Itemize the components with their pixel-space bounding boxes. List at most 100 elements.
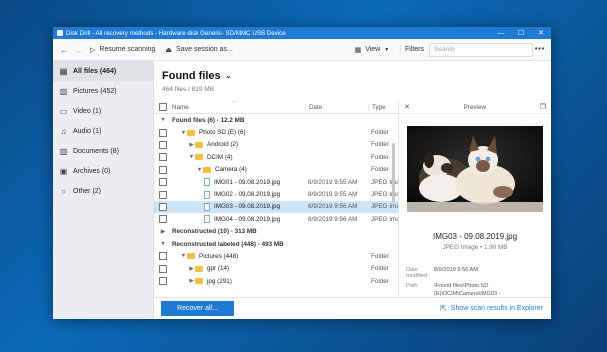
table-row[interactable]: IMG04 - 09.08.2019.jpg 8/9/2019 9:56 AM JP…	[154, 213, 398, 225]
row-name: jpg (291)	[207, 277, 232, 285]
column-header-name[interactable]: Name	[172, 104, 305, 111]
table-scrollbar[interactable]	[390, 115, 397, 278]
more-options-button[interactable]: •••	[533, 42, 547, 58]
table-group-row[interactable]: ▶ Reconstructed (10) - 313 MB	[154, 226, 398, 238]
expand-icon[interactable]: ▶	[188, 278, 195, 284]
table-body: ▼ Found files (6) - 12.2 MB ▼ Photo SD (E) …	[154, 114, 398, 287]
main-panel: Found files ⌄ 464 files / 819 MB ^ Name …	[154, 61, 551, 319]
maximize-button[interactable]: ☐	[511, 27, 531, 39]
expand-icon[interactable]: ▶	[188, 266, 195, 272]
sidebar-item-all-files[interactable]: ▤ All files (464)	[53, 61, 153, 81]
column-header-date[interactable]: Date	[305, 103, 368, 111]
window-title: Disk Drill - All recovery methods - Hard…	[66, 29, 286, 37]
sidebar-item-label: Other (2)	[73, 187, 102, 195]
collapse-icon[interactable]: ▼	[156, 241, 170, 247]
preview-header: ✕ Preview ❐	[399, 101, 551, 114]
filter-icon: ⫶	[399, 45, 401, 53]
select-all-checkbox[interactable]	[159, 103, 167, 111]
page-title[interactable]: Found files ⌄	[162, 70, 551, 82]
sidebar-item-other[interactable]: ○ Other (2)	[53, 181, 153, 201]
collapse-icon[interactable]: ▼	[196, 167, 203, 173]
column-header-type[interactable]: Type	[368, 103, 398, 111]
table-group-row[interactable]: ▼ Found files (6) - 12.2 MB	[154, 114, 398, 126]
forward-button[interactable]: →	[71, 42, 85, 58]
filters-label: Filters	[404, 46, 424, 53]
table-row[interactable]: IMG02 - 09.08.2019.jpg 8/9/2019 9:55 AM JP…	[154, 188, 398, 200]
collapse-icon[interactable]: ▼	[188, 154, 195, 160]
expand-icon[interactable]: ▶	[156, 229, 170, 235]
preview-panel: ✕ Preview ❐ IMG03 - 09.08.2019.jpg JPEG …	[398, 101, 551, 305]
chevron-down-icon: ⌄	[225, 73, 232, 80]
row-name: Reconstructed (10) - 313 MB	[172, 228, 257, 236]
save-session-button[interactable]: ⏏ Save session as...	[160, 42, 237, 58]
app-logo-icon	[57, 30, 63, 36]
sidebar-item-video[interactable]: ▭ Video (1)	[53, 101, 153, 121]
table-row[interactable]: ▼ Pictures (448) Folder	[154, 250, 398, 262]
table-row[interactable]: ▶ Android (2) Folder	[154, 139, 398, 151]
toolbar: ← → ▷ Resume scanning ⏏ Save session as.…	[53, 39, 551, 61]
resume-scanning-label: Resume scanning	[99, 46, 156, 53]
close-window-button[interactable]: ✕	[531, 27, 551, 39]
cat-and-dog-photo	[407, 126, 543, 212]
row-checkbox[interactable]	[159, 178, 167, 187]
sidebar-item-audio[interactable]: ♫ Audio (1)	[53, 121, 153, 141]
row-checkbox[interactable]	[159, 140, 167, 149]
row-name: IMG02 - 09.08.2019.jpg	[214, 191, 281, 199]
sidebar: ▤ All files (464) ▨ Pictures (452) ▭ Vid…	[53, 61, 154, 319]
folder-icon	[195, 141, 203, 148]
close-preview-icon[interactable]: ✕	[404, 103, 410, 111]
row-checkbox[interactable]	[159, 215, 167, 224]
scrollbar-thumb[interactable]	[392, 143, 395, 203]
sidebar-item-documents[interactable]: ▥ Documents (8)	[53, 141, 153, 161]
chevron-down-icon: ▼	[384, 46, 390, 53]
collapse-icon[interactable]: ▼	[156, 117, 170, 123]
sidebar-item-archives[interactable]: ▣ Archives (0)	[53, 161, 153, 181]
minimize-button[interactable]: —	[491, 27, 511, 39]
image-file-icon	[204, 202, 210, 211]
date-modified-value: 8/9/2019 9:56 AM	[434, 267, 478, 273]
sidebar-item-label: Documents (8)	[73, 147, 119, 155]
video-icon: ▭	[59, 106, 68, 116]
row-date: 8/9/2019 9:55 AM	[308, 191, 358, 199]
row-name: Camera (4)	[215, 166, 247, 174]
table-row[interactable]: ▼ Photo SD (E) (6) Folder	[154, 126, 398, 138]
show-in-explorer-link[interactable]: ⇱ Show scan results in Explorer	[440, 304, 543, 313]
table-row[interactable]: IMG01 - 09.08.2019.jpg 8/9/2019 9:55 AM JP…	[154, 176, 398, 188]
row-checkbox[interactable]	[159, 252, 167, 261]
table-group-row[interactable]: ▼ Reconstructed labeled (448) - 493 MB	[154, 238, 398, 250]
table-row[interactable]: IMG03 - 09.08.2019.jpg 8/9/2019 9:56 AM JP…	[154, 200, 398, 214]
all-files-icon: ▤	[59, 66, 68, 76]
copy-icon[interactable]: ❐	[540, 103, 546, 111]
collapse-icon[interactable]: ▼	[180, 130, 187, 136]
view-menu-button[interactable]: ▦ View ▼	[350, 42, 395, 58]
row-checkbox[interactable]	[159, 202, 167, 211]
resume-scanning-button[interactable]: ▷ Resume scanning	[85, 42, 160, 58]
search-input[interactable]: Search	[429, 42, 533, 57]
table-row[interactable]: ▶ jpg (291) Folder	[154, 275, 398, 287]
table-row[interactable]: ▼ Camera (4) Folder	[154, 164, 398, 176]
row-checkbox[interactable]	[159, 153, 167, 162]
row-checkbox[interactable]	[159, 128, 167, 137]
row-checkbox[interactable]	[159, 190, 167, 199]
table-row[interactable]: ▶ gpr (14) Folder	[154, 263, 398, 275]
row-checkbox[interactable]	[159, 165, 167, 174]
recover-all-button[interactable]: Recover all...	[161, 301, 234, 316]
image-file-icon	[204, 215, 210, 224]
row-name: gpr (14)	[207, 265, 230, 273]
row-checkbox[interactable]	[159, 264, 167, 273]
filters-button[interactable]: ⫶ Filters	[394, 42, 429, 58]
other-icon: ○	[61, 186, 66, 196]
sidebar-item-label: Audio (1)	[73, 127, 102, 135]
pictures-icon: ▨	[59, 86, 68, 96]
table-row[interactable]: ▼ DCIM (4) Folder	[154, 151, 398, 163]
footer-bar: Recover all... ⇱ Show scan results in Ex…	[154, 297, 551, 319]
sidebar-item-pictures[interactable]: ▨ Pictures (452)	[53, 81, 153, 101]
archives-icon: ▣	[59, 166, 68, 176]
play-icon: ▷	[90, 46, 96, 54]
expand-icon[interactable]: ▶	[188, 142, 195, 148]
folder-icon	[195, 154, 203, 161]
row-name: IMG04 - 09.08.2019.jpg	[214, 215, 281, 223]
collapse-icon[interactable]: ▼	[180, 253, 187, 259]
row-checkbox[interactable]	[159, 277, 167, 286]
back-button[interactable]: ←	[57, 42, 71, 58]
